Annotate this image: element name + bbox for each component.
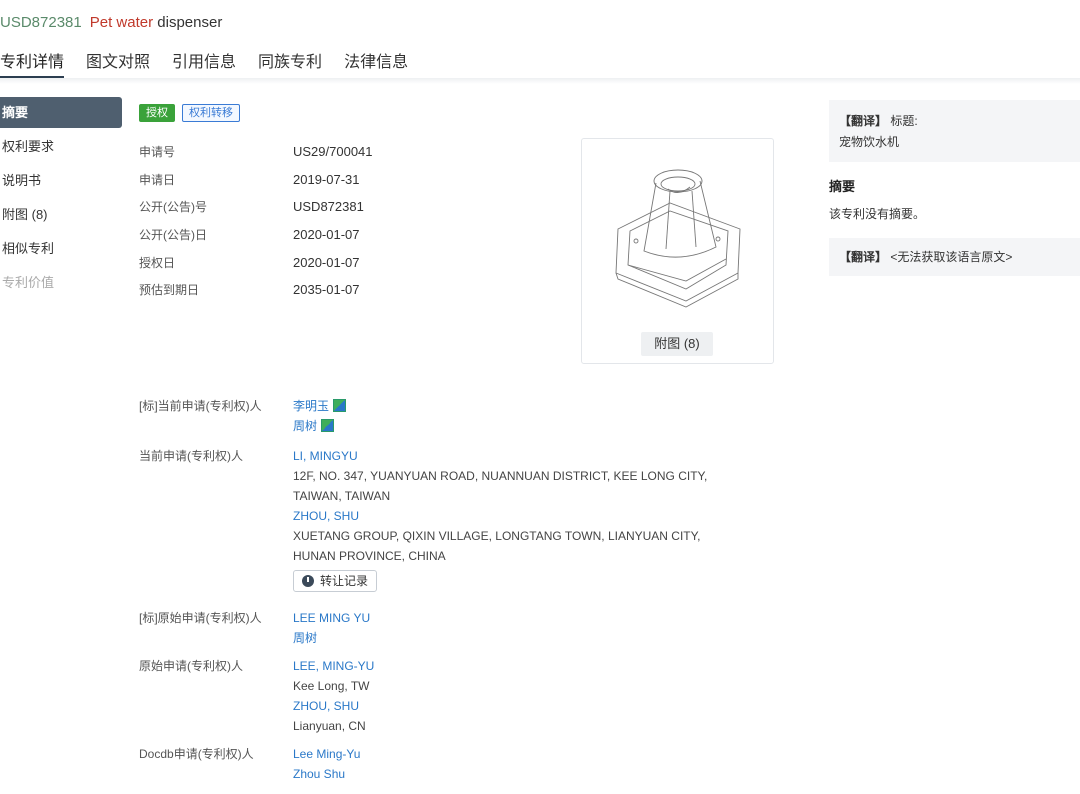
info-value: 2019-07-31 [293,171,360,187]
tab-citations[interactable]: 引用信息 [172,48,236,78]
applicants-section: [标]当前申请(专利权)人 李明玉 周树 当前申请(专利权)人 LI, MING… [139,396,707,784]
tab-family[interactable]: 同族专利 [258,48,322,78]
tab-patent-details[interactable]: 专利详情 [0,48,65,78]
info-row: 公开(公告)号 USD872381 [139,193,373,221]
tab-divider [0,78,1080,84]
info-label: 公开(公告)号 [139,200,207,215]
figures-button[interactable]: 附图 (8) [641,332,713,356]
info-value: 2020-01-07 [293,227,360,243]
sidebar: 摘要 权利要求 说明书 附图 (8) 相似专利 专利价值 [0,97,122,301]
info-label: 公开(公告)日 [139,228,207,243]
sidebar-item-abstract[interactable]: 摘要 [0,97,122,128]
status-badges: 授权 权利转移 [139,104,240,122]
info-label: 授权日 [139,255,176,270]
abstract-text: 该专利没有摘要。 [829,207,926,221]
applicant-address: TAIWAN, TAIWAN [293,489,391,503]
entity-icon[interactable] [333,399,347,412]
translation-abstract-box: 【翻译】 <无法获取该语言原文> [829,238,1080,276]
std-original-applicant-row: [标]原始申请(专利权)人 LEE MING YU 周树 [139,608,707,656]
translate-title-label: 标题: [890,114,918,128]
tab-bar: 专利详情 图文对照 引用信息 同族专利 法律信息 [0,48,430,78]
applicant-location: Kee Long, TW [293,679,370,693]
info-row: 申请号 US29/700041 [139,138,373,166]
info-label: 申请号 [139,145,176,160]
info-value: USD872381 [293,199,364,215]
docdb-applicant-row: Docdb申请(专利权)人 Lee Ming-Yu Zhou Shu [139,744,707,784]
patent-drawing [615,169,741,308]
original-label: 原始申请(专利权)人 [139,659,243,673]
patent-figure-card[interactable]: 附图 (8) [581,138,774,364]
translate-tag: 【翻译】 [839,114,888,128]
info-label: 预估到期日 [139,283,200,298]
info-row: 授权日 2020-01-07 [139,248,373,276]
title-en-rest: dispenser [153,14,223,31]
entity-icon[interactable] [321,419,335,432]
sidebar-item-similar[interactable]: 相似专利 [0,233,122,267]
std-current-applicant-row: [标]当前申请(专利权)人 李明玉 周树 [139,396,707,446]
std-current-label: [标]当前申请(专利权)人 [139,399,262,413]
title-en-highlight: Pet water [89,14,154,31]
tab-legal[interactable]: 法律信息 [344,48,408,78]
translate-unavailable: <无法获取该语言原文> [890,250,1013,264]
applicant-link[interactable]: Lee Ming-Yu [293,744,360,764]
patent-number: USD872381 [0,14,82,31]
translate-tag: 【翻译】 [839,250,888,264]
current-label: 当前申请(专利权)人 [139,449,243,463]
clock-icon [302,575,314,587]
translated-title: 宠物饮水机 [839,135,900,149]
tab-figure-text[interactable]: 图文对照 [86,48,150,78]
info-row: 申请日 2019-07-31 [139,166,373,194]
sidebar-item-claims[interactable]: 权利要求 [0,131,122,165]
abstract-heading: 摘要 [829,179,856,194]
applicant-link[interactable]: ZHOU, SHU [293,696,374,716]
sidebar-item-value: 专利价值 [2,275,55,290]
info-row: 公开(公告)日 2020-01-07 [139,221,373,249]
info-value: 2035-01-07 [293,282,360,298]
std-original-label: [标]原始申请(专利权)人 [139,611,262,625]
applicant-address: XUETANG GROUP, QIXIN VILLAGE, LONGTANG T… [293,529,701,543]
applicant-link[interactable]: 李明玉 [293,399,329,413]
info-row: 预估到期日 2035-01-07 [139,276,373,304]
applicant-location: Lianyuan, CN [293,719,366,733]
docdb-label: Docdb申请(专利权)人 [139,747,254,761]
transfer-record-button[interactable]: 转让记录 [293,570,378,592]
transfer-badge[interactable]: 权利转移 [182,104,240,122]
sidebar-item-figures[interactable]: 附图 (8) [0,199,122,233]
applicant-link[interactable]: ZHOU, SHU [293,506,707,526]
sidebar-item-description[interactable]: 说明书 [0,165,122,199]
applicant-link[interactable]: LEE MING YU [293,608,370,628]
applicant-link[interactable]: 周树 [293,419,317,433]
bibliographic-info: 申请号 US29/700041 申请日 2019-07-31 公开(公告)号 USD8… [139,138,373,304]
applicant-address: HUNAN PROVINCE, CHINA [293,549,446,563]
applicant-address: 12F, NO. 347, YUANYUAN ROAD, NUANNUAN DI… [293,469,708,483]
right-panel: 【翻译】 标题: 宠物饮水机 摘要 该专利没有摘要。 【翻译】 <无法获取该语言… [829,100,1080,276]
current-applicant-row: 当前申请(专利权)人 LI, MINGYU 12F, NO. 347, YUAN… [139,446,707,608]
applicant-link[interactable]: LEE, MING-YU [293,656,374,676]
translation-title-box: 【翻译】 标题: 宠物饮水机 [829,100,1080,162]
info-label: 申请日 [139,172,176,187]
transfer-record-label: 转让记录 [320,574,369,588]
applicant-link[interactable]: Zhou Shu [293,764,360,784]
status-badge-granted: 授权 [139,104,175,122]
page-title: USD872381 Pet water dispenser [0,14,222,31]
info-value: 2020-01-07 [293,254,360,270]
info-value: US29/700041 [293,144,373,160]
original-applicant-row: 原始申请(专利权)人 LEE, MING-YU Kee Long, TW ZHO… [139,656,707,744]
applicant-link[interactable]: 周树 [293,628,370,648]
applicant-link[interactable]: LI, MINGYU [293,446,707,466]
